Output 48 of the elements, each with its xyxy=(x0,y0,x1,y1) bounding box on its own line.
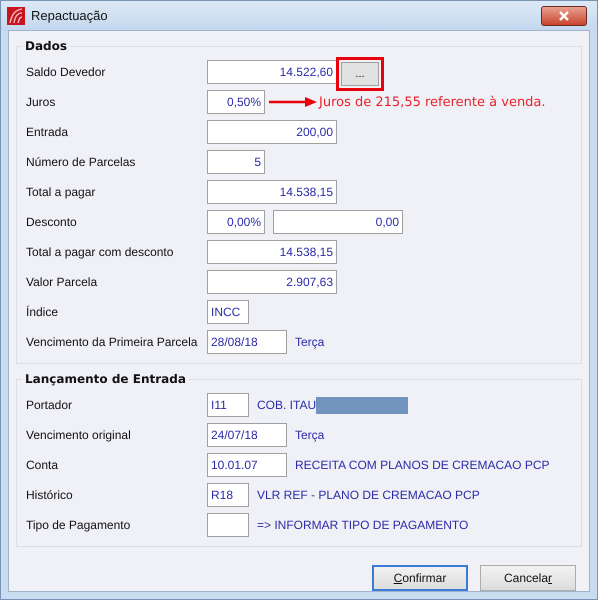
annotation-text: Juros de 215,55 referente à venda. xyxy=(319,94,546,110)
field-note: Terça xyxy=(295,428,324,442)
field-note: VLR REF - PLANO DE CREMACAO PCP xyxy=(257,488,480,502)
app-logo-icon xyxy=(7,6,25,24)
input-field[interactable]: 14.538,15 xyxy=(207,180,337,204)
arrow-icon xyxy=(269,97,317,107)
field-label: Valor Parcela xyxy=(26,275,98,289)
field-note: RECEITA COM PLANOS DE CREMACAO PCP xyxy=(295,458,550,472)
field-label: Total a pagar com desconto xyxy=(26,245,174,259)
field-label: Conta xyxy=(26,458,60,472)
dialog-button[interactable]: Confirmar xyxy=(372,565,468,591)
input-field[interactable]: 28/08/18 xyxy=(207,330,287,354)
browse-button[interactable]: ... xyxy=(341,62,379,86)
input-field[interactable]: 0,00% xyxy=(207,210,265,234)
input-field[interactable]: 14.522,60 xyxy=(207,60,337,84)
field-label: Histórico xyxy=(26,488,74,502)
field-note: => INFORMAR TIPO DE PAGAMENTO xyxy=(257,518,468,532)
field-label: Tipo de Pagamento xyxy=(26,518,132,532)
input-field[interactable]: 14.538,15 xyxy=(207,240,337,264)
input-field[interactable]: INCC xyxy=(207,300,249,324)
field-label: Saldo Devedor xyxy=(26,65,106,79)
field-label: Vencimento original xyxy=(26,428,132,442)
field-label: Total a pagar xyxy=(26,185,96,199)
window-title: Repactuação xyxy=(31,8,109,23)
field-label: Portador xyxy=(26,398,74,412)
dialog-button[interactable]: Cancelar xyxy=(480,565,576,591)
group-title: Dados xyxy=(24,39,68,53)
input-field[interactable]: 0,00 xyxy=(273,210,403,234)
field-label: Juros xyxy=(26,95,56,109)
close-icon xyxy=(558,10,570,20)
field-note: Terça xyxy=(295,335,324,349)
input-field[interactable]: 200,00 xyxy=(207,120,337,144)
field-label: Desconto xyxy=(26,215,78,229)
input-field[interactable]: 24/07/18 xyxy=(207,423,287,447)
input-field[interactable]: 2.907,63 xyxy=(207,270,337,294)
group-title: Lançamento de Entrada xyxy=(24,372,187,386)
input-field[interactable]: R18 xyxy=(207,483,249,507)
field-label: Entrada xyxy=(26,125,70,139)
field-label: Vencimento da Primeira Parcela xyxy=(26,335,198,349)
field-note: COB. ITAU xyxy=(257,398,316,412)
input-field[interactable] xyxy=(207,513,249,537)
input-field[interactable]: I11 xyxy=(207,393,249,417)
input-field[interactable]: 5 xyxy=(207,150,265,174)
field-label: Índice xyxy=(26,305,60,319)
field-label: Número de Parcelas xyxy=(26,155,136,169)
close-button[interactable] xyxy=(541,6,587,26)
input-field[interactable]: 10.01.07 xyxy=(207,453,287,477)
input-field[interactable]: 0,50% xyxy=(207,90,265,114)
